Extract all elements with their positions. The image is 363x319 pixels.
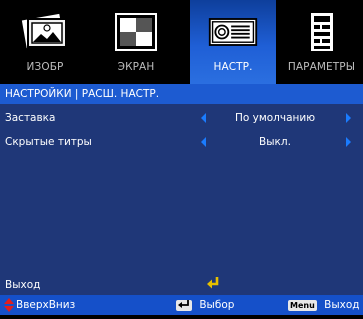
menu-item-label: Заставка xyxy=(5,112,56,124)
hint-select: Выбор xyxy=(176,295,234,315)
menu-item-closed-captions[interactable]: Скрытые титры Выкл. xyxy=(0,132,363,152)
updown-icon xyxy=(4,298,14,319)
exit-label: Выход xyxy=(5,279,41,291)
tab-image[interactable]: ИЗОБР xyxy=(2,0,88,84)
breadcrumb: НАСТРОЙКИ | РАСШ. НАСТР. xyxy=(0,84,363,104)
screen-icon xyxy=(110,9,162,55)
hint-exit: Menu Выход xyxy=(288,295,360,315)
menu-item-exit[interactable]: Выход xyxy=(0,274,363,294)
tab-options-label: ПАРАМЕТРЫ xyxy=(287,61,356,73)
main-tab-bar: ИЗОБР ЭКРАН НАСТР. ПАРАМЕТРЫ xyxy=(0,0,363,84)
hint-updown-label: ВверхВниз xyxy=(16,299,76,311)
hint-select-label: Выбор xyxy=(199,299,235,311)
enter-key-icon xyxy=(176,299,192,311)
tab-options[interactable]: ПАРАМЕТРЫ xyxy=(280,0,363,84)
tab-screen-label: ЭКРАН xyxy=(117,61,155,73)
hint-updown: ВверхВниз xyxy=(4,295,76,315)
menu-panel: Заставка По умолчанию Скрытые титры Выкл… xyxy=(0,104,363,295)
tab-image-label: ИЗОБР xyxy=(26,61,64,73)
options-icon xyxy=(296,9,348,55)
arrow-right-icon[interactable] xyxy=(346,113,351,123)
projector-icon xyxy=(207,9,259,55)
menu-key-icon: Menu xyxy=(288,299,317,311)
arrow-right-icon[interactable] xyxy=(346,137,351,147)
menu-item-value: Выкл. xyxy=(259,136,291,148)
tab-settings[interactable]: НАСТР. xyxy=(190,0,276,84)
tab-settings-label: НАСТР. xyxy=(213,61,253,73)
image-icon xyxy=(19,9,71,55)
enter-icon xyxy=(206,276,220,297)
tab-screen[interactable]: ЭКРАН xyxy=(93,0,179,84)
hint-exit-label: Выход xyxy=(324,299,360,311)
menu-item-label: Скрытые титры xyxy=(5,136,92,148)
menu-item-value: По умолчанию xyxy=(234,112,316,124)
hint-bar: ВверхВниз Выбор Menu Выход xyxy=(0,295,363,315)
menu-item-logo[interactable]: Заставка По умолчанию xyxy=(0,108,363,128)
